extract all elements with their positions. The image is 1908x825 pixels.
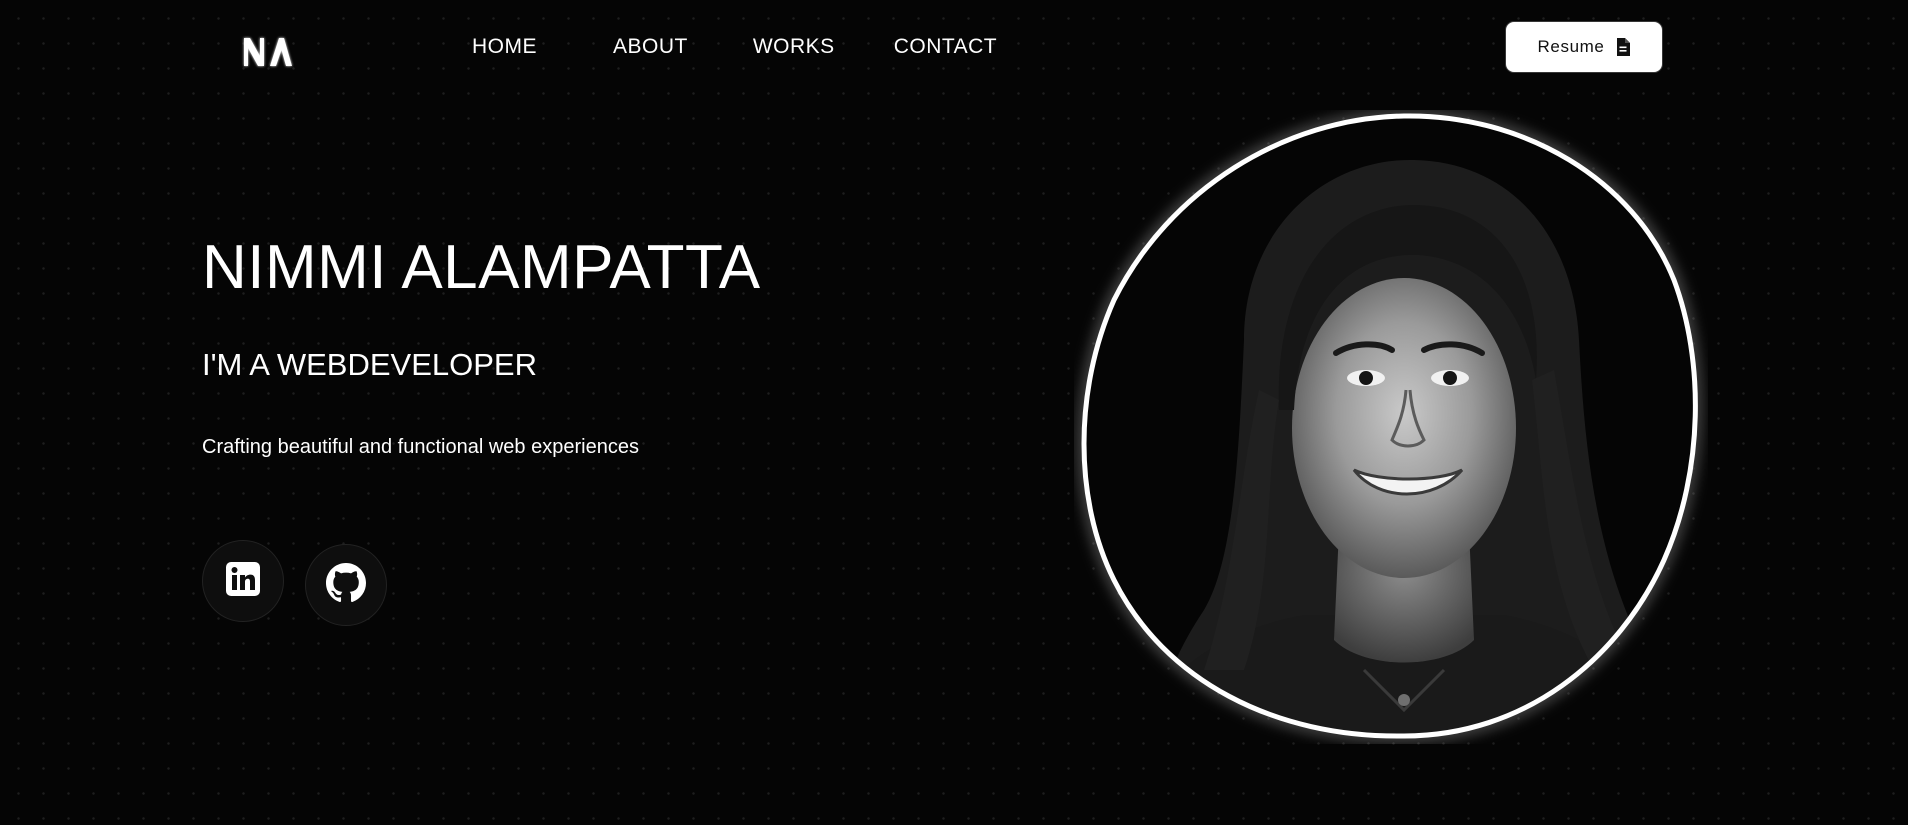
page: HOME ABOUT WORKS CONTACT Resume NIMMI AL… xyxy=(0,0,1908,825)
resume-button-label: Resume xyxy=(1537,37,1605,56)
resume-button[interactable]: Resume xyxy=(1506,22,1662,72)
nav-contact[interactable]: CONTACT xyxy=(894,34,997,60)
portrait-photo xyxy=(1079,110,1701,742)
hero-tagline: Crafting beautiful and functional web ex… xyxy=(202,436,639,458)
portrait-frame xyxy=(1074,110,1708,744)
hero-role: I'M A WEBDEVELOPER xyxy=(202,347,537,382)
linkedin-icon xyxy=(225,561,261,602)
github-button[interactable] xyxy=(305,544,387,626)
main-nav: HOME ABOUT WORKS CONTACT xyxy=(472,34,997,60)
document-icon xyxy=(1616,38,1631,56)
nav-works[interactable]: WORKS xyxy=(753,34,835,60)
nav-about[interactable]: ABOUT xyxy=(613,34,688,60)
hero-name: NIMMI ALAMPATTA xyxy=(202,233,761,302)
linkedin-button[interactable] xyxy=(202,540,284,622)
nav-home[interactable]: HOME xyxy=(472,34,537,60)
na-logo-icon[interactable] xyxy=(240,30,294,74)
github-icon xyxy=(326,562,366,608)
